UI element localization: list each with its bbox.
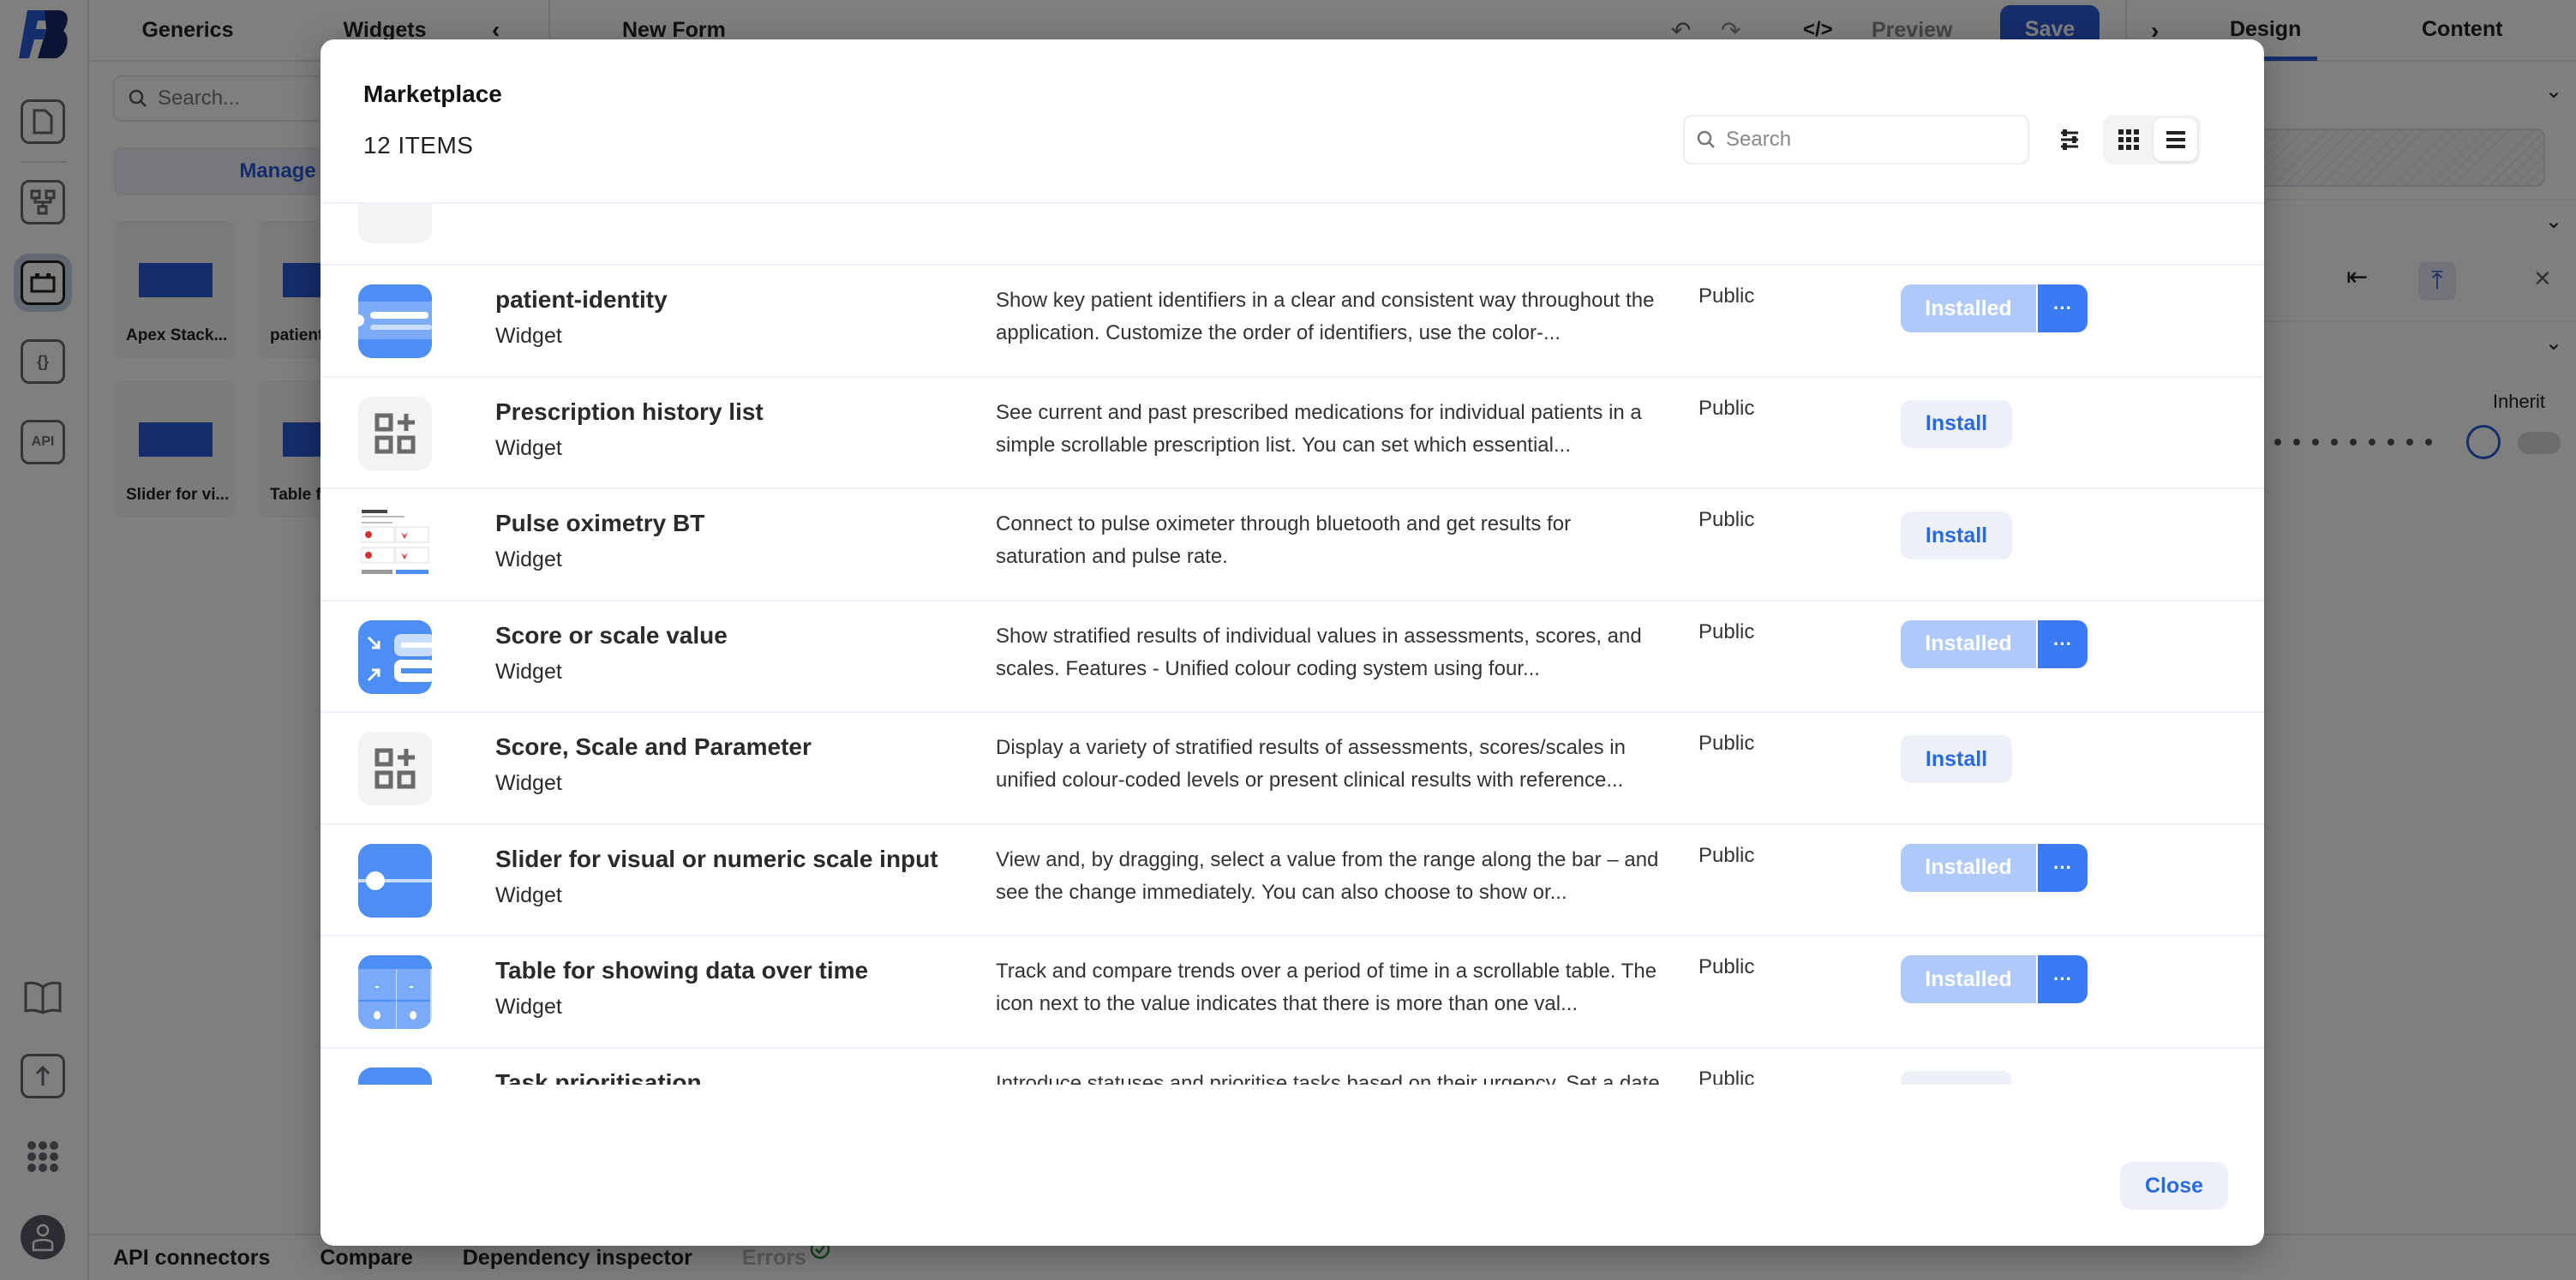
item-visibility: Public <box>1698 732 1755 755</box>
marketplace-modal: Marketplace 12 ITEMS patient-identity Wi… <box>321 39 2264 1246</box>
list-item[interactable]: Prescription history list Widget See cur… <box>321 378 2264 489</box>
generic-widget-icon <box>358 396 432 470</box>
item-type: Widget <box>495 995 562 1019</box>
install-button[interactable]: Install <box>1901 1070 2012 1085</box>
item-name[interactable]: Task prioritisation <box>495 1069 702 1086</box>
item-visibility: Public <box>1698 284 1755 308</box>
more-options-button[interactable]: ··· <box>2038 843 2088 892</box>
item-description: Show stratified results of individual va… <box>996 624 1642 680</box>
item-description: See current and past prescribed medicati… <box>996 400 1642 457</box>
marketplace-search-input[interactable] <box>1726 128 2009 152</box>
grid-icon <box>2118 129 2139 150</box>
generic-widget-icon <box>358 204 432 243</box>
installed-button[interactable]: Installed <box>1901 619 2036 668</box>
grid-view-button[interactable] <box>2106 118 2150 161</box>
item-visibility: Public <box>1698 843 1755 867</box>
list-item[interactable]: Pulse oximetry BT Widget Connect to puls… <box>321 489 2264 601</box>
item-name[interactable]: Table for showing data over time <box>495 957 868 984</box>
installed-button[interactable]: Installed <box>1901 843 2036 892</box>
item-description: Track and compare trends over a period o… <box>996 960 1657 1015</box>
item-description: Connect to pulse oximeter through blueto… <box>996 512 1572 568</box>
item-visibility: Public <box>1698 396 1755 420</box>
list-item[interactable]: patient-identity Widget Show key patient… <box>321 266 2264 378</box>
item-name[interactable]: patient-identity <box>495 286 668 314</box>
list-item[interactable]: Score or scale value Widget Show stratif… <box>321 601 2264 713</box>
item-type: Widget <box>495 659 562 684</box>
installed-button-group: Installed ··· <box>1901 843 2088 892</box>
list-icon <box>2166 131 2185 148</box>
item-name[interactable]: Score or scale value <box>495 622 728 649</box>
filter-sliders-icon[interactable] <box>2055 125 2084 154</box>
marketplace-list: patient-identity Widget Show key patient… <box>321 202 2264 1085</box>
data-table-icon <box>358 955 432 1029</box>
list-item[interactable]: Table for showing data over time Widget … <box>321 936 2264 1049</box>
installed-button-group: Installed ··· <box>1901 955 2088 1003</box>
installed-button-group: Installed ··· <box>1901 619 2088 668</box>
item-description: Show key patient identifiers in a clear … <box>996 289 1655 344</box>
item-type: Widget <box>495 547 562 571</box>
score-scale-icon <box>358 619 432 694</box>
item-type: Widget <box>495 435 562 460</box>
item-description: Display a variety of stratified results … <box>996 736 1626 792</box>
list-item[interactable]: Score, Scale and Parameter Widget Displa… <box>321 713 2264 825</box>
installed-button[interactable]: Installed <box>1901 284 2036 332</box>
list-view-button[interactable] <box>2154 118 2197 161</box>
item-count: 12 ITEMS <box>363 132 474 159</box>
item-name[interactable]: Score, Scale and Parameter <box>495 733 812 761</box>
install-button[interactable]: Install <box>1901 511 2012 559</box>
item-name[interactable]: Prescription history list <box>495 398 764 426</box>
install-button[interactable]: Install <box>1901 399 2012 448</box>
more-options-button[interactable]: ··· <box>2038 955 2088 1003</box>
list-item[interactable]: Task prioritisation Widget Introduce sta… <box>321 1049 2264 1086</box>
view-mode-toggle <box>2103 115 2201 164</box>
item-type: Widget <box>495 771 562 795</box>
item-visibility: Public <box>1698 955 1755 978</box>
slider-icon <box>358 843 432 918</box>
item-visibility: Public <box>1698 619 1755 643</box>
search-icon <box>1697 130 1715 148</box>
list-item[interactable]: Slider for visual or numeric scale input… <box>321 825 2264 936</box>
more-options-button[interactable]: ··· <box>2038 619 2088 668</box>
list-item-partial <box>321 204 2264 266</box>
item-name[interactable]: Slider for visual or numeric scale input <box>495 846 938 873</box>
marketplace-search[interactable] <box>1683 115 2029 164</box>
item-visibility: Public <box>1698 508 1755 531</box>
item-name[interactable]: Pulse oximetry BT <box>495 510 704 537</box>
item-description: Introduce statuses and prioritise tasks … <box>996 1071 1660 1086</box>
item-type: Widget <box>495 324 562 348</box>
item-description: View and, by dragging, select a value fr… <box>996 847 1659 904</box>
task-clock-icon <box>358 1067 432 1085</box>
close-button[interactable]: Close <box>2120 1162 2228 1210</box>
item-type: Widget <box>495 882 562 907</box>
modal-title: Marketplace <box>363 81 502 107</box>
install-button[interactable]: Install <box>1901 735 2012 783</box>
item-visibility: Public <box>1698 1067 1755 1086</box>
more-options-button[interactable]: ··· <box>2038 284 2088 332</box>
patient-identity-icon <box>358 284 432 358</box>
installed-button-group: Installed ··· <box>1901 284 2088 332</box>
installed-button[interactable]: Installed <box>1901 955 2036 1003</box>
pulse-oximetry-thumbnail <box>358 508 432 582</box>
generic-widget-icon <box>358 732 432 805</box>
